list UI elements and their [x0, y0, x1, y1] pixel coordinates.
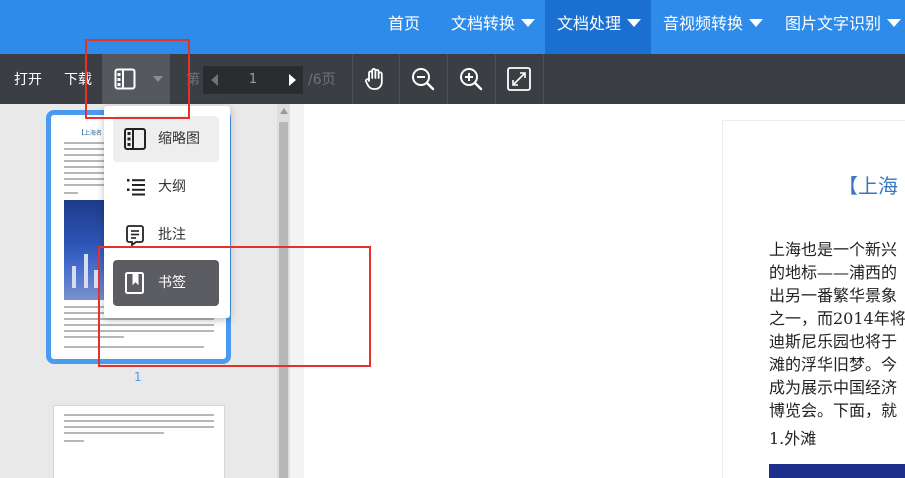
menu-item-label: 大纲: [158, 179, 186, 195]
toolbar-divider: [543, 54, 544, 104]
fullscreen-icon[interactable]: [504, 64, 534, 94]
chevron-down-icon: [749, 18, 764, 27]
nav-home[interactable]: 首页: [388, 0, 420, 54]
toolbar-divider: [495, 54, 496, 104]
menu-item-label: 缩略图: [158, 131, 200, 147]
thumbnail-title: 【上海名: [78, 130, 103, 137]
document-text-line: 的地标——浦西的: [769, 263, 898, 282]
document-text-line: 迪斯尼乐园也将于: [769, 332, 898, 351]
nav-av-convert-label: 音视频转换: [663, 14, 744, 33]
document-text-line: 出另一番繁华景象: [769, 286, 898, 305]
nav-image-ocr-label: 图片文字识别: [785, 14, 882, 33]
document-text-line: 博览会。下面，就: [769, 401, 898, 420]
menu-item-thumbnails[interactable]: 缩略图: [113, 116, 219, 162]
chevron-down-icon: [521, 18, 536, 27]
thumbnail-icon: [124, 128, 146, 150]
prev-page-button[interactable]: [203, 66, 227, 94]
nav-doc-convert-label: 文档转换: [451, 14, 516, 33]
open-button[interactable]: 打开: [14, 54, 42, 104]
page-navigator: 1: [203, 66, 303, 94]
nav-home-label: 首页: [388, 14, 421, 33]
document-text-line: 之一，而2014年将: [769, 309, 905, 328]
nav-image-ocr[interactable]: 图片文字识别: [785, 0, 902, 54]
page-number-input[interactable]: 1: [227, 66, 279, 94]
document-title: 【上海: [838, 174, 898, 198]
chevron-down-icon: [627, 18, 642, 27]
scroll-up-arrow-icon[interactable]: [280, 108, 288, 114]
toolbar-divider: [399, 54, 400, 104]
highlight-box-bookmark-item: [98, 246, 371, 367]
chevron-right-icon: [289, 74, 296, 86]
toolbar-divider: [352, 54, 353, 104]
document-text-line: 上海也是一个新兴: [769, 240, 898, 259]
next-page-button[interactable]: [279, 66, 303, 94]
nav-doc-convert[interactable]: 文档转换: [451, 0, 536, 54]
thumbnail-page-number: 1: [134, 370, 142, 384]
document-text-line: 成为展示中国经济: [769, 378, 898, 397]
outline-icon: [127, 179, 145, 196]
zoom-in-icon[interactable]: [456, 64, 486, 94]
menu-item-outline[interactable]: 大纲: [113, 164, 219, 210]
highlight-box-view-button: [85, 39, 190, 119]
nav-doc-process[interactable]: 文档处理: [545, 0, 651, 54]
chevron-down-icon: [887, 18, 902, 27]
zoom-out-icon[interactable]: [408, 64, 438, 94]
document-section-heading: 1.外滩: [769, 429, 817, 448]
document-text-line: 滩的浮华旧梦。今: [769, 355, 898, 374]
page-thumbnail-2[interactable]: [53, 405, 225, 478]
nav-av-convert[interactable]: 音视频转换: [663, 0, 764, 54]
toolbar-divider: [447, 54, 448, 104]
annotation-icon: [126, 225, 144, 247]
page-total-label: /6页: [308, 72, 336, 88]
chevron-left-icon: [211, 74, 218, 86]
hand-icon[interactable]: [360, 64, 390, 94]
document-image: [769, 464, 905, 478]
nav-doc-process-label: 文档处理: [557, 14, 622, 33]
